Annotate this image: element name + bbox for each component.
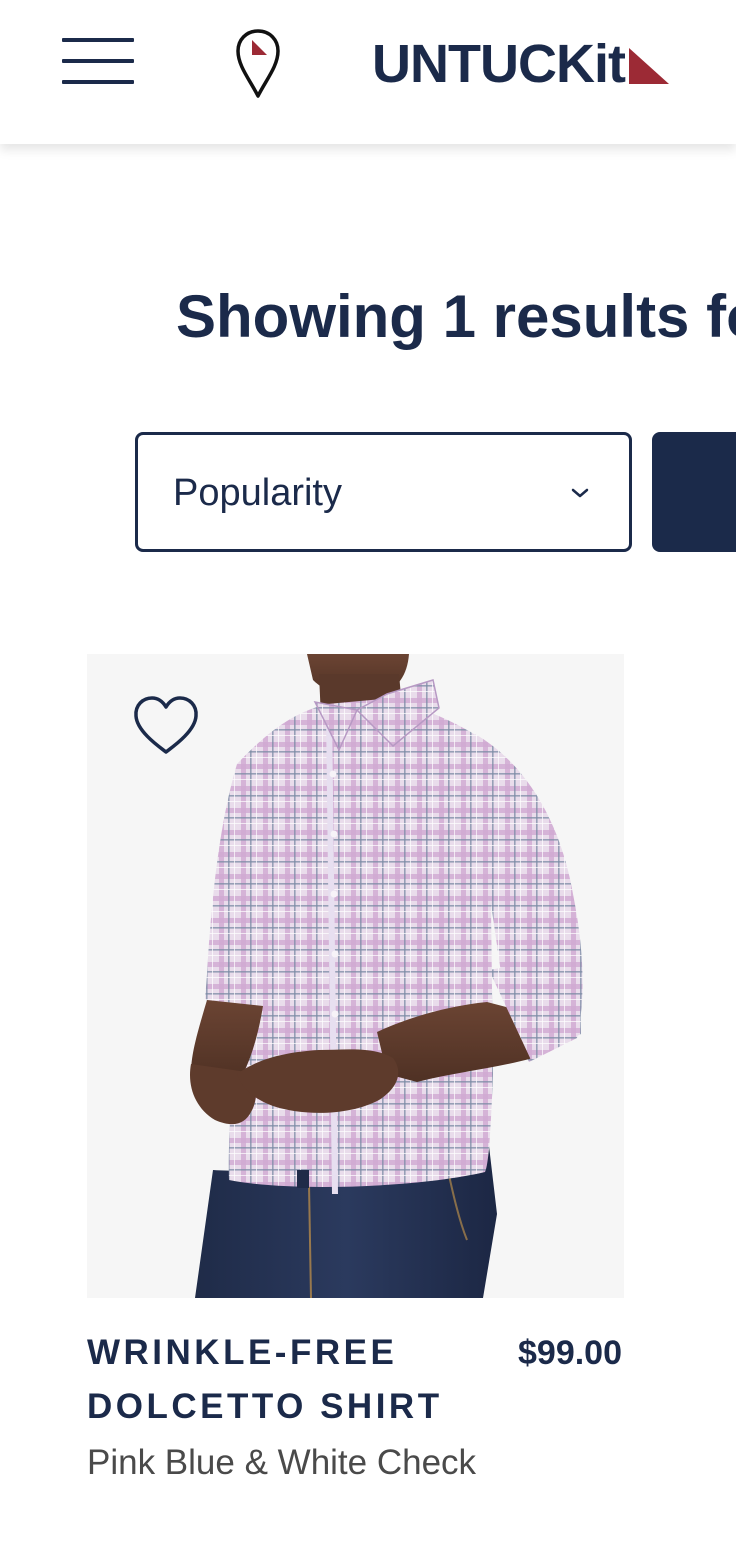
product-card: WRINKLE-FREE DOLCETTO SHIRT $99.00 Pink … (87, 654, 624, 1494)
hamburger-menu-icon[interactable] (62, 38, 134, 88)
product-price: $99.00 (518, 1334, 622, 1372)
brand-flag-icon (628, 48, 669, 84)
brand-wordmark: UNTUCKit (372, 34, 626, 94)
filter-button[interactable] (652, 432, 736, 552)
product-image[interactable] (87, 654, 624, 1298)
heart-outline-icon[interactable] (131, 694, 201, 758)
results-heading: Showing 1 results fo (176, 283, 736, 350)
sort-selected-value: Popularity (173, 472, 342, 514)
site-header: UNTUCKit (0, 0, 736, 144)
product-color: Pink Blue & White Check (87, 1443, 477, 1482)
chevron-down-icon (571, 488, 589, 498)
map-pin-icon[interactable] (234, 28, 282, 100)
sort-select[interactable]: Popularity (135, 432, 632, 552)
search-results-page: UNTUCKit Showing 1 results fo Popularity (0, 0, 736, 1562)
product-name[interactable]: WRINKLE-FREE DOLCETTO SHIRT (87, 1326, 467, 1434)
brand-logo[interactable]: UNTUCKit (372, 34, 671, 94)
